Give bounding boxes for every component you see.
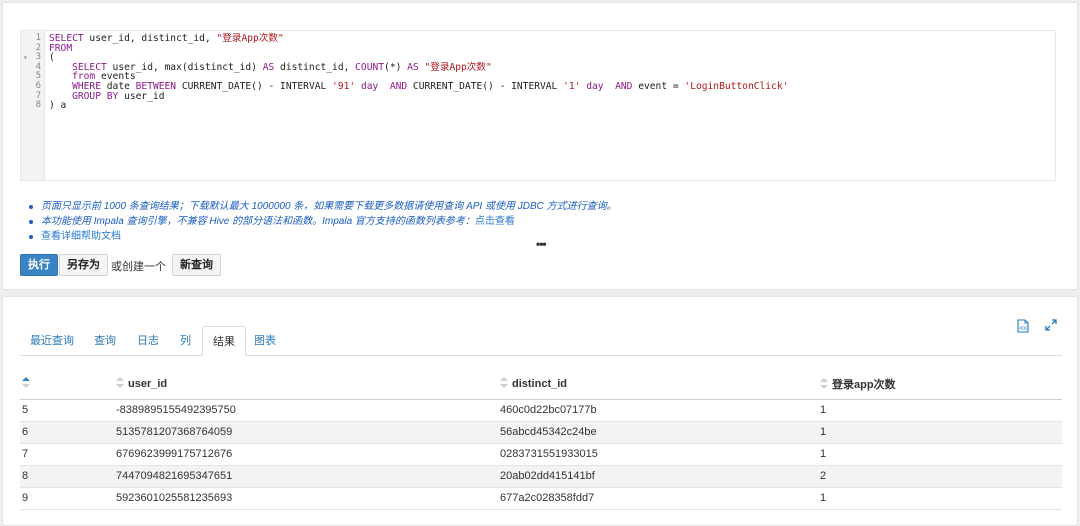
view-function-list-link[interactable]: 点击查看 bbox=[475, 216, 515, 227]
table-row[interactable]: 5 -8389895155492395750 460c0d22bc07177b 1 bbox=[20, 399, 1062, 422]
tab-results[interactable]: 结果 bbox=[202, 326, 246, 356]
result-tabs: 最近查询 查询 日志 列 结果 图表 bbox=[20, 326, 1062, 356]
cell-login-count: 2 bbox=[818, 465, 1062, 488]
cell-login-count: 1 bbox=[818, 443, 1062, 466]
sql-keyword: AS bbox=[262, 61, 275, 73]
sort-icon[interactable] bbox=[116, 377, 124, 391]
sql-keyword: AND bbox=[389, 80, 408, 92]
cell-index: 5 bbox=[20, 399, 114, 422]
column-header-login-count[interactable]: 登录app次数 bbox=[818, 370, 1062, 400]
table-row[interactable]: 6 5135781207368764059 56abcd45342c24be 1 bbox=[20, 421, 1062, 444]
note-impala-engine: 本功能使用 Impala 查询引擎，不兼容 Hive 的部分语法和函数。Impa… bbox=[27, 214, 617, 229]
sql-string: "登录App次数" bbox=[216, 33, 284, 44]
run-button[interactable]: 执行 bbox=[20, 254, 58, 276]
sql-text: CURRENT_DATE() - INTERVAL bbox=[176, 80, 333, 92]
sql-string: '91' bbox=[332, 80, 356, 92]
sort-icon[interactable] bbox=[820, 378, 828, 392]
or-create-label: 或创建一个 bbox=[111, 261, 166, 273]
cell-distinct-id: 0283731551933015 bbox=[498, 443, 818, 466]
table-row[interactable]: 8 7447094821695347651 20ab02dd415141bf 2 bbox=[20, 465, 1062, 488]
sql-keyword: AS bbox=[407, 61, 419, 73]
sql-text: user_id, distinct_id, bbox=[83, 33, 217, 44]
note-result-limit: 页面只显示前 1000 条查询结果；下载默认最大 1000000 条，如果需要下… bbox=[27, 199, 617, 214]
more-options-handle[interactable]: ••• bbox=[536, 237, 547, 251]
sql-string: "登录App次数" bbox=[424, 61, 492, 73]
cell-index: 9 bbox=[20, 487, 114, 510]
code-line[interactable]: SELECT user_id, max(distinct_id) AS dist… bbox=[49, 61, 788, 73]
new-query-button[interactable]: 新查询 bbox=[172, 254, 221, 276]
code-line[interactable]: GROUP BY user_id bbox=[49, 90, 788, 102]
sql-text: CURRENT_DATE() - INTERVAL bbox=[407, 80, 564, 92]
sql-keyword: day bbox=[360, 80, 379, 92]
table-row[interactable]: 7 6769623999175712676 0283731551933015 1 bbox=[20, 443, 1062, 466]
tab-recent-queries[interactable]: 最近查询 bbox=[20, 326, 84, 356]
cell-user-id: -8389895155492395750 bbox=[114, 399, 498, 422]
results-table: user_id distinct_id 登录app次数 5 -8389895155… bbox=[20, 370, 1062, 510]
cell-distinct-id: 677a2c028358fdd7 bbox=[498, 487, 818, 510]
tab-charts[interactable]: 图表 bbox=[244, 326, 286, 356]
sql-keyword: AND bbox=[615, 80, 633, 92]
note-help: 查看详细帮助文档 bbox=[27, 229, 617, 244]
sql-text: ) a bbox=[49, 100, 67, 112]
cell-user-id: 6769623999175712676 bbox=[114, 443, 498, 466]
column-header-index[interactable] bbox=[20, 370, 114, 400]
code-line[interactable]: ) a bbox=[49, 101, 788, 111]
cell-user-id: 5135781207368764059 bbox=[114, 421, 498, 444]
code-line[interactable]: SELECT user_id, distinct_id, "登录App次数" bbox=[49, 34, 788, 44]
cell-index: 8 bbox=[20, 465, 114, 488]
tab-log[interactable]: 日志 bbox=[127, 326, 169, 356]
sort-asc-icon[interactable] bbox=[22, 377, 30, 391]
tab-query[interactable]: 查询 bbox=[84, 326, 126, 356]
cell-distinct-id: 56abcd45342c24be bbox=[498, 421, 818, 444]
cell-login-count: 1 bbox=[818, 399, 1062, 422]
sql-keyword: COUNT bbox=[355, 61, 385, 73]
help-docs-link[interactable]: 查看详细帮助文档 bbox=[41, 231, 121, 242]
cell-distinct-id: 460c0d22bc07177b bbox=[498, 399, 818, 422]
cell-user-id: 7447094821695347651 bbox=[114, 465, 498, 488]
tab-columns[interactable]: 列 bbox=[170, 326, 201, 356]
table-row[interactable]: 9 5923601025581235693 677a2c028358fdd7 1 bbox=[20, 487, 1062, 510]
results-table-body: 5 -8389895155492395750 460c0d22bc07177b 1 6 5… bbox=[20, 399, 1062, 510]
line-number-gutter: 12345678 bbox=[21, 31, 45, 180]
results-panel: PDF 最近查询 查询 日志 列 结果 图表 user_id distinct_… bbox=[2, 296, 1078, 526]
sql-string: 'LoginButtonClick' bbox=[684, 80, 789, 92]
line-number: 8 bbox=[35, 100, 41, 111]
cell-user-id: 5923601025581235693 bbox=[114, 487, 498, 510]
cell-login-count: 1 bbox=[818, 487, 1062, 510]
table-header-row: user_id distinct_id 登录app次数 bbox=[20, 370, 1062, 400]
sort-icon[interactable] bbox=[500, 377, 508, 391]
code-line[interactable]: FROM bbox=[49, 43, 788, 54]
cell-index: 6 bbox=[20, 421, 114, 444]
sql-text: (*) bbox=[384, 61, 408, 73]
cell-login-count: 1 bbox=[818, 421, 1062, 444]
sql-keyword: day bbox=[586, 80, 604, 92]
sql-code[interactable]: SELECT user_id, distinct_id, "登录App次数" FR… bbox=[49, 34, 788, 111]
query-editor-panel: 12345678 SELECT user_id, distinct_id, "登… bbox=[2, 2, 1078, 290]
sql-keyword: GROUP BY bbox=[72, 90, 119, 102]
column-header-user-id[interactable]: user_id bbox=[114, 370, 498, 400]
sql-text: distinct_id, bbox=[274, 61, 356, 73]
save-as-button[interactable]: 另存为 bbox=[59, 254, 108, 276]
cell-index: 7 bbox=[20, 443, 114, 466]
sql-text: user_id bbox=[118, 90, 165, 102]
sql-code-editor[interactable]: 12345678 SELECT user_id, distinct_id, "登… bbox=[20, 30, 1056, 181]
sql-string: '1' bbox=[563, 80, 581, 92]
notes-list: 页面只显示前 1000 条查询结果；下载默认最大 1000000 条，如果需要下… bbox=[27, 199, 617, 244]
cell-distinct-id: 20ab02dd415141bf bbox=[498, 465, 818, 488]
sql-text: event = bbox=[632, 80, 685, 92]
column-header-distinct-id[interactable]: distinct_id bbox=[498, 370, 818, 400]
